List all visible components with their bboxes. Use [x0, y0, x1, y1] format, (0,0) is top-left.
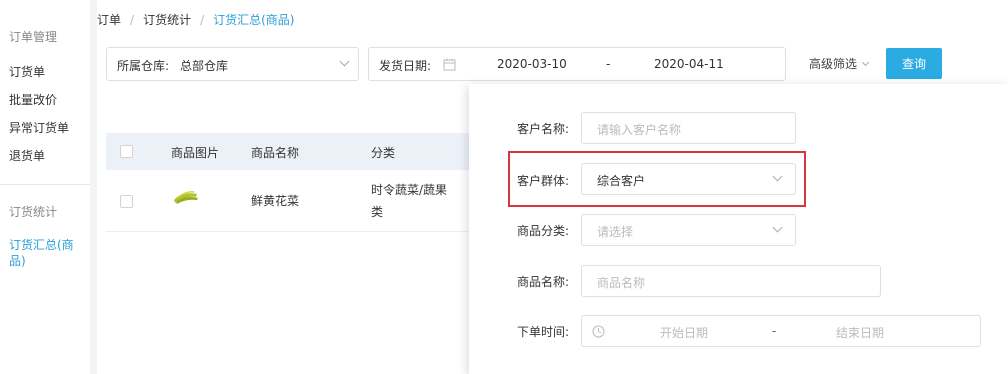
- customer-name-placeholder: 请输入客户名称: [597, 123, 682, 137]
- breadcrumb-separator: /: [130, 13, 135, 27]
- order-time-separator: -: [772, 324, 777, 338]
- sidebar: 订单管理 订货单 批量改价 异常订货单 退货单 订货统计 订货汇总(商品): [0, 0, 90, 374]
- breadcrumb-orders[interactable]: 订单: [97, 13, 121, 27]
- sidebar-group-order-stats: 订货统计: [9, 205, 58, 219]
- warehouse-value: 总部仓库: [180, 59, 229, 73]
- table-header: 商品图片 商品名称 分类: [106, 133, 486, 170]
- sidebar-item-returns[interactable]: 退货单: [9, 147, 45, 164]
- row-divider: [106, 231, 486, 232]
- column-header-category: 分类: [371, 146, 396, 160]
- breadcrumb: 订单 / 订货统计 / 订货汇总(商品): [97, 11, 295, 28]
- breadcrumb-order-stats[interactable]: 订货统计: [143, 13, 191, 27]
- warehouse-select[interactable]: 所属仓库: 总部仓库: [106, 47, 359, 81]
- customer-name-input[interactable]: 请输入客户名称: [581, 112, 796, 144]
- column-header-name: 商品名称: [251, 146, 300, 160]
- order-time-label: 下单时间:: [516, 325, 569, 339]
- column-header-image: 商品图片: [171, 146, 220, 160]
- sidebar-item-order-summary-goods[interactable]: 订货汇总(商品): [9, 237, 81, 269]
- sidebar-item-batch-price[interactable]: 批量改价: [9, 91, 57, 108]
- product-name-placeholder: 商品名称: [597, 276, 646, 290]
- warehouse-label: 所属仓库:: [117, 59, 170, 73]
- product-name-input[interactable]: 商品名称: [581, 265, 881, 297]
- advanced-filter-label: 高级筛选: [809, 57, 858, 71]
- breadcrumb-separator: /: [200, 13, 205, 27]
- order-time-range[interactable]: 开始日期 - 结束日期: [581, 315, 981, 347]
- date-separator: -: [606, 57, 611, 71]
- row-product-name: 鲜黄花菜: [251, 194, 300, 208]
- advanced-filter-toggle[interactable]: 高级筛选: [809, 55, 870, 72]
- clock-icon: [592, 325, 605, 338]
- date-start[interactable]: 2020-03-10: [497, 57, 567, 71]
- sidebar-divider: [0, 184, 90, 185]
- order-time-start[interactable]: 开始日期: [660, 324, 708, 341]
- row-category: 时令蔬菜/蔬果类: [371, 183, 448, 219]
- ship-date-label: 发货日期:: [379, 59, 432, 73]
- product-category-placeholder: 请选择: [597, 225, 634, 239]
- sidebar-item-orders[interactable]: 订货单: [9, 63, 45, 80]
- select-all-checkbox[interactable]: [120, 145, 133, 158]
- chevron-down-icon: [861, 58, 870, 67]
- product-thumbnail[interactable]: [172, 188, 200, 206]
- breadcrumb-current: 订货汇总(商品): [213, 13, 295, 27]
- row-checkbox[interactable]: [120, 195, 133, 208]
- product-category-select[interactable]: 请选择: [581, 214, 796, 246]
- chevron-down-icon: [772, 222, 783, 233]
- sidebar-item-abnormal-orders[interactable]: 异常订货单: [9, 119, 69, 136]
- chevron-down-icon: [339, 56, 350, 67]
- calendar-icon: [443, 58, 456, 71]
- sidebar-group-order-management: 订单管理: [9, 30, 58, 44]
- date-end[interactable]: 2020-04-11: [654, 57, 724, 71]
- order-time-end[interactable]: 结束日期: [836, 324, 884, 341]
- advanced-filter-panel: 客户名称: 请输入客户名称 客户群体: 综合客户 商品分类: 请选择 商品名称:…: [469, 84, 1008, 374]
- product-category-label: 商品分类:: [516, 224, 569, 238]
- customer-name-label: 客户名称:: [516, 122, 569, 136]
- query-button[interactable]: 查询: [886, 48, 942, 79]
- ship-date-range[interactable]: 发货日期: 2020-03-10 - 2020-04-11: [368, 47, 786, 81]
- product-name-label: 商品名称:: [516, 275, 569, 289]
- highlight-box: [508, 151, 806, 207]
